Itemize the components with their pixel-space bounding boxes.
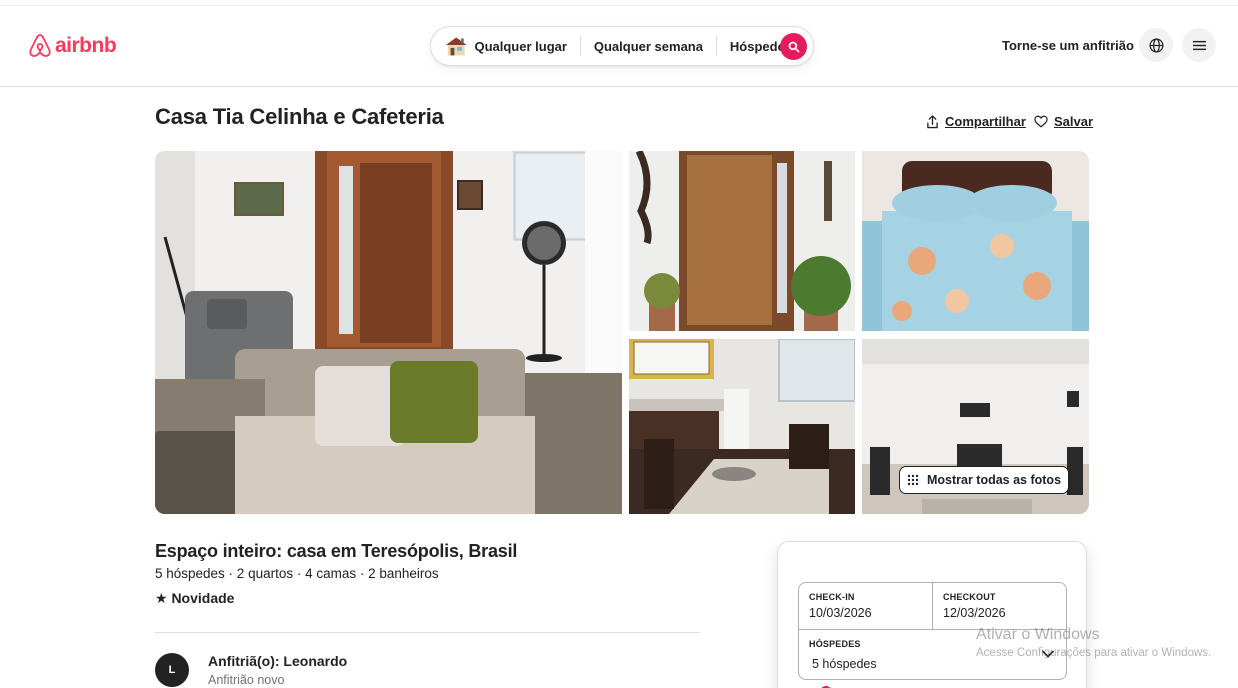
- share-button[interactable]: Compartilhar: [926, 114, 1026, 129]
- photo-bedroom[interactable]: [862, 151, 1089, 331]
- kitchen-image: [629, 339, 855, 514]
- save-label: Salvar: [1054, 114, 1094, 129]
- search-icon: [788, 41, 799, 52]
- house-icon: [445, 37, 467, 56]
- airbnb-logo[interactable]: airbnb: [28, 32, 117, 59]
- section-divider: [155, 632, 700, 633]
- host-name: Anfitriã(o): Leonardo: [208, 653, 348, 669]
- search-week[interactable]: Qualquer semana: [581, 39, 716, 54]
- checkout-label: CHECKOUT: [943, 592, 996, 602]
- booking-card: CHECK-IN 10/03/2026 CHECKOUT 12/03/2026 …: [777, 541, 1087, 688]
- bedroom-image: [862, 151, 1089, 331]
- show-all-photos-button[interactable]: Mostrar todas as fotos: [899, 466, 1069, 494]
- checkin-field[interactable]: CHECK-IN 10/03/2026: [799, 583, 933, 629]
- airbnb-logo-icon: [29, 34, 51, 57]
- photo-entrance-door[interactable]: [629, 151, 855, 331]
- space-title: Espaço inteiro: casa em Teresópolis, Bra…: [155, 541, 518, 561]
- language-button[interactable]: [1139, 28, 1173, 62]
- listing-title: Casa Tia Celinha e Cafeteria: [155, 104, 444, 129]
- checkout-value: 12/03/2026: [943, 606, 1006, 620]
- new-listing-badge: ★ Novidade: [155, 590, 235, 606]
- watermark-title: Ativar o Windows: [976, 626, 1100, 643]
- become-host-link[interactable]: Torne-se um anfitrião: [1002, 38, 1134, 53]
- share-icon: [927, 114, 938, 128]
- search-location[interactable]: Qualquer lugar: [468, 39, 579, 54]
- entrance-door-image: [629, 151, 855, 331]
- checkout-field[interactable]: CHECKOUT 12/03/2026: [933, 583, 1067, 629]
- search-button[interactable]: [780, 33, 807, 60]
- living-room-image: [155, 151, 622, 514]
- save-button[interactable]: Salvar: [1034, 114, 1093, 129]
- watermark-subtitle: Acesse Configurações para ativar o Windo…: [976, 647, 1212, 659]
- space-details: 5 hóspedes · 2 quartos · 4 camas · 2 ban…: [155, 566, 439, 581]
- photo-gallery: [155, 151, 1089, 514]
- guests-value: 5 hóspedes: [812, 657, 877, 671]
- heart-icon: [1034, 115, 1048, 128]
- host-avatar[interactable]: L: [155, 653, 189, 687]
- globe-icon: [1149, 38, 1163, 52]
- show-all-photos-label: Mostrar todas as fotos: [926, 473, 1062, 487]
- photo-kitchen[interactable]: [629, 339, 855, 514]
- photo-living-room[interactable]: [155, 151, 622, 514]
- logo-text: airbnb: [55, 33, 117, 57]
- grid-dots-icon: [907, 474, 919, 486]
- windows-activation-watermark: Ativar o Windows Acesse Configurações pa…: [976, 626, 1211, 659]
- search-bar[interactable]: Qualquer lugar Qualquer semana Hóspedes?: [430, 26, 814, 66]
- checkin-label: CHECK-IN: [809, 592, 855, 602]
- share-label: Compartilhar: [945, 114, 1026, 129]
- menu-button[interactable]: [1182, 28, 1216, 62]
- checkin-value: 10/03/2026: [809, 606, 872, 620]
- hamburger-icon: [1192, 40, 1206, 50]
- site-header: airbnb Qualquer lugar Qualquer semana Hó…: [0, 6, 1238, 87]
- host-subtitle: Anfitrião novo: [208, 673, 285, 687]
